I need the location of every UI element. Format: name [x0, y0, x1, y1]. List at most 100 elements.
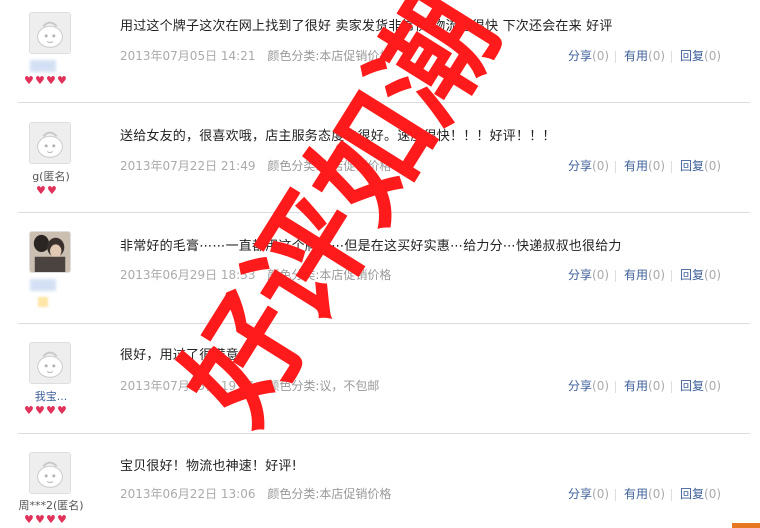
- reply-link[interactable]: 回复: [680, 268, 704, 282]
- heart-icon: ♥: [46, 404, 56, 417]
- share-count: (0): [592, 49, 610, 63]
- reply-link[interactable]: 回复: [680, 487, 704, 501]
- username[interactable]: 我宝...: [12, 388, 90, 404]
- default-avatar-icon: [30, 343, 70, 383]
- default-avatar-icon: [30, 13, 70, 53]
- avatar[interactable]: [29, 122, 71, 164]
- review-item: 非常好的毛膏⋯⋯一直都用这个牌子⋯但是在这买好实惠⋯给力分⋯快递叔叔也很给力 2…: [0, 219, 750, 329]
- review-item: g(匿名) ♥ ♥ 送给女友的，很喜欢哦，店主服务态度也很好。速度很快！！！好评！…: [0, 110, 750, 220]
- useful-link[interactable]: 有用: [624, 268, 648, 282]
- divider: [615, 380, 617, 393]
- share-link[interactable]: 分享: [568, 487, 592, 501]
- review-actions: 分享(0) 有用(0) 回复(0): [568, 157, 727, 174]
- heart-icon: ♥: [24, 513, 34, 526]
- reply-link[interactable]: 回复: [680, 49, 704, 63]
- avatar[interactable]: [29, 12, 71, 54]
- heart-icon: ♥: [24, 404, 34, 417]
- divider: [615, 488, 617, 501]
- useful-count: (0): [648, 379, 666, 393]
- review-meta: 2013年07月05日 19:51 颜色分类:议，不包邮: [120, 377, 379, 394]
- share-link[interactable]: 分享: [568, 268, 592, 282]
- buyer-rank: [38, 297, 50, 309]
- sku-info: 颜色分类:本店促销价格: [267, 487, 392, 501]
- useful-link[interactable]: 有用: [624, 379, 648, 393]
- rank-badge-icon: [38, 297, 48, 307]
- useful-link[interactable]: 有用: [624, 159, 648, 173]
- review-content: 很好，用过了很满意: [120, 348, 239, 363]
- review-actions: 分享(0) 有用(0) 回复(0): [568, 47, 727, 64]
- default-avatar-icon: [30, 123, 70, 163]
- review-date: 2013年07月05日 19:51: [120, 379, 256, 393]
- username[interactable]: g(匿名): [12, 168, 90, 184]
- divider: [671, 50, 673, 63]
- heart-icon: ♥: [46, 513, 56, 526]
- divider: [18, 323, 750, 324]
- divider: [18, 212, 750, 213]
- avatar[interactable]: [29, 452, 71, 494]
- share-link[interactable]: 分享: [568, 379, 592, 393]
- buyer-rank: ♥ ♥ ♥ ♥: [24, 514, 68, 526]
- heart-icon: ♥: [57, 404, 67, 417]
- username-blurred: [30, 60, 56, 72]
- reply-count: (0): [704, 159, 722, 173]
- divider: [615, 160, 617, 173]
- useful-link[interactable]: 有用: [624, 49, 648, 63]
- reply-count: (0): [704, 49, 722, 63]
- heart-icon: ♥: [57, 513, 67, 526]
- heart-icon: ♥: [36, 184, 46, 197]
- divider: [18, 102, 750, 103]
- useful-link[interactable]: 有用: [624, 487, 648, 501]
- reply-count: (0): [704, 379, 722, 393]
- useful-count: (0): [648, 268, 666, 282]
- heart-icon: ♥: [35, 74, 45, 87]
- useful-count: (0): [648, 487, 666, 501]
- review-content: 非常好的毛膏⋯⋯一直都用这个牌子⋯但是在这买好实惠⋯给力分⋯快递叔叔也很给力: [120, 239, 622, 254]
- divider: [18, 433, 750, 434]
- review-actions: 分享(0) 有用(0) 回复(0): [568, 266, 727, 283]
- divider: [671, 160, 673, 173]
- review-actions: 分享(0) 有用(0) 回复(0): [568, 485, 727, 502]
- review-date: 2013年06月22日 13:06: [120, 487, 256, 501]
- share-count: (0): [592, 487, 610, 501]
- reply-count: (0): [704, 487, 722, 501]
- review-content: 送给女友的，很喜欢哦，店主服务态度也很好。速度很快！！！好评！！！: [120, 129, 556, 144]
- username-blurred: [30, 279, 56, 291]
- heart-icon: ♥: [57, 74, 67, 87]
- heart-icon: ♥: [35, 404, 45, 417]
- buyer-rank: ♥ ♥: [36, 185, 58, 197]
- review-item: ♥ ♥ ♥ ♥ 用过这个牌子这次在网上找到了很好 卖家发货非常快 物流也很快 下次还会…: [0, 0, 750, 110]
- share-link[interactable]: 分享: [568, 159, 592, 173]
- share-count: (0): [592, 159, 610, 173]
- divider: [671, 380, 673, 393]
- heart-icon: ♥: [35, 513, 45, 526]
- buyer-rank: ♥ ♥ ♥ ♥: [24, 75, 68, 87]
- review-date: 2013年06月29日 18:33: [120, 268, 256, 282]
- review-actions: 分享(0) 有用(0) 回复(0): [568, 377, 727, 394]
- review-meta: 2013年06月22日 13:06 颜色分类:本店促销价格: [120, 485, 391, 502]
- heart-icon: ♥: [24, 74, 34, 87]
- divider: [615, 50, 617, 63]
- corner-accent: [732, 523, 760, 528]
- user-photo-icon: [30, 232, 70, 272]
- reply-link[interactable]: 回复: [680, 379, 704, 393]
- divider: [671, 269, 673, 282]
- username[interactable]: 周***2(匿名): [12, 497, 90, 513]
- review-content: 宝贝很好！物流也神速！好评!: [120, 459, 298, 474]
- useful-count: (0): [648, 49, 666, 63]
- avatar[interactable]: [29, 342, 71, 384]
- useful-count: (0): [648, 159, 666, 173]
- share-link[interactable]: 分享: [568, 49, 592, 63]
- review-item: 我宝... ♥ ♥ ♥ ♥ 很好，用过了很满意 2013年07月05日 19:51 颜…: [0, 330, 750, 440]
- sku-info: 颜色分类:议，不包邮: [267, 379, 380, 393]
- buyer-rank: ♥ ♥ ♥ ♥: [24, 405, 68, 417]
- divider: [671, 488, 673, 501]
- reply-link[interactable]: 回复: [680, 159, 704, 173]
- review-meta: 2013年06月29日 18:33 颜色分类:本店促销价格: [120, 266, 391, 283]
- review-date: 2013年07月05日 14:21: [120, 49, 256, 63]
- share-count: (0): [592, 379, 610, 393]
- reply-count: (0): [704, 268, 722, 282]
- review-content: 用过这个牌子这次在网上找到了很好 卖家发货非常快 物流也很快 下次还会在来 好评: [120, 19, 613, 34]
- sku-info: 颜色分类:本店促销价格: [267, 268, 392, 282]
- avatar[interactable]: [29, 231, 71, 273]
- sku-info: 颜色分类:本店促销价格: [267, 49, 392, 63]
